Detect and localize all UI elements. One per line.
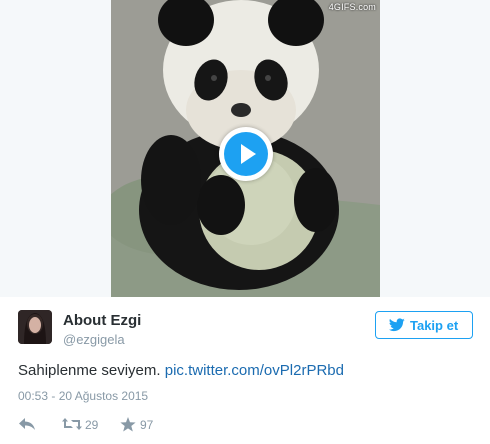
like-button[interactable]: 97: [120, 417, 160, 433]
tweet-body: Sahiplenme seviyem.: [18, 362, 165, 379]
tweet-card: About Ezgi @ezgigela Takip et Sahiplenme…: [0, 297, 490, 444]
user-handle[interactable]: @ezgigela: [63, 332, 125, 347]
watermark: 4GIFS.com: [328, 2, 376, 12]
follow-label: Takip et: [410, 318, 459, 333]
tweet-text: Sahiplenme seviyem. pic.twitter.com/ovPl…: [18, 362, 344, 379]
play-icon: [224, 132, 268, 176]
tweet-timestamp[interactable]: 00:53 - 20 Ağustos 2015: [18, 389, 148, 403]
media-area: 4GIFS.com: [0, 0, 490, 297]
retweet-button[interactable]: 29: [62, 417, 102, 433]
avatar[interactable]: [18, 310, 52, 344]
tweet-media-link[interactable]: pic.twitter.com/ovPl2rPRbd: [165, 362, 344, 379]
follow-button[interactable]: Takip et: [375, 311, 473, 339]
display-name[interactable]: About Ezgi: [63, 312, 141, 329]
twitter-bird-icon: [389, 318, 405, 332]
retweet-count: 29: [85, 418, 99, 432]
star-icon: [120, 417, 136, 432]
like-count: 97: [140, 418, 154, 432]
play-button[interactable]: [219, 127, 273, 181]
retweet-icon: [62, 418, 82, 430]
reply-icon: [19, 418, 35, 430]
reply-button[interactable]: [18, 417, 38, 433]
